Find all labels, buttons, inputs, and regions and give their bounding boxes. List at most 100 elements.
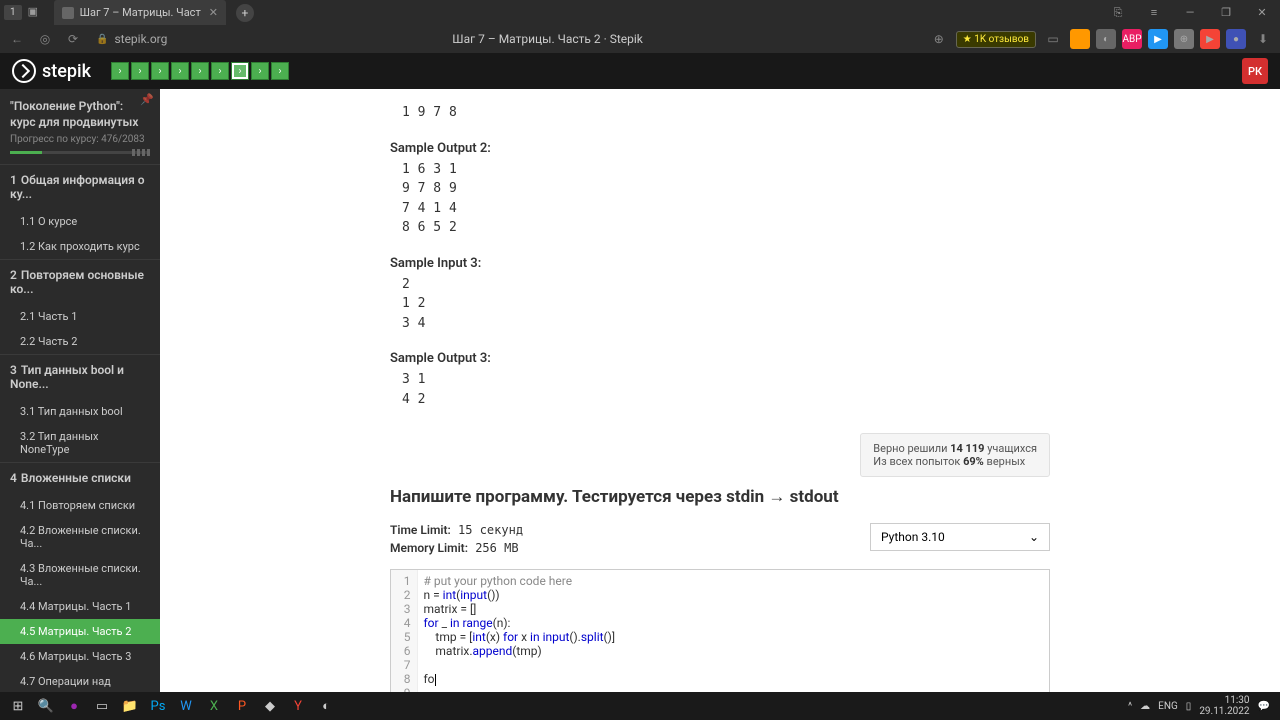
yandex-icon[interactable]: Y xyxy=(284,692,312,720)
sidebar-item[interactable]: 4.7 Операции над матрица... xyxy=(0,669,160,692)
ext-icon-avp[interactable]: АВР xyxy=(1122,29,1142,49)
sample-label: Sample Input 3: xyxy=(390,256,1050,271)
language-select[interactable]: Python 3.10 ⌄ xyxy=(870,523,1050,551)
sidebar-item[interactable]: 4.4 Матрицы. Часть 1 xyxy=(0,594,160,619)
excel-icon[interactable]: X xyxy=(200,692,228,720)
reload-button[interactable]: ⟳ xyxy=(62,28,84,50)
section-2[interactable]: 2Повторяем основные ко... xyxy=(0,259,160,304)
ext-icon-4[interactable]: ⊕ xyxy=(1174,29,1194,49)
time-limit: Time Limit: 15 секунд xyxy=(390,523,523,537)
ext-icon-5[interactable]: ▶ xyxy=(1200,29,1220,49)
sidebar-item[interactable]: 4.6 Матрицы. Часть 3 xyxy=(0,644,160,669)
stepik-logo[interactable]: stepik xyxy=(12,59,91,83)
app-icon-4[interactable]: ◐ xyxy=(312,692,340,720)
tab-favicon xyxy=(62,7,74,19)
step-4[interactable]: › xyxy=(171,62,189,80)
clock[interactable]: 11:30 29.11.2022 xyxy=(1199,695,1249,717)
sidebar-item[interactable]: 3.1 Тип данных bool xyxy=(0,399,160,424)
page-title: Шаг 7 – Матрицы. Часть 2 · Stepik xyxy=(173,32,921,46)
photoshop-icon[interactable]: Ps xyxy=(144,692,172,720)
step-5[interactable]: › xyxy=(191,62,209,80)
tab-counter[interactable]: 1 xyxy=(4,5,22,20)
steps-navigation: › › › › › › › › › xyxy=(111,62,289,80)
step-7[interactable]: › xyxy=(231,62,249,80)
step-9[interactable]: › xyxy=(271,62,289,80)
menu-icon[interactable]: ≡ xyxy=(1140,0,1168,25)
back-button[interactable]: ← xyxy=(6,28,28,50)
course-sidebar: 📌 "Поколение Python": курс для продвинут… xyxy=(0,89,160,692)
ext-icon-3[interactable]: ▶ xyxy=(1148,29,1168,49)
windows-taskbar: ⊞ 🔍 ● ▭ 📁 Ps W X P ◆ Y ◐ ^ ☁ ENG ▯ 11:30… xyxy=(0,692,1280,720)
tray-cloud-icon[interactable]: ☁ xyxy=(1140,701,1150,712)
keyboard-lang[interactable]: ENG xyxy=(1158,701,1178,712)
app-header: stepik › › › › › › › › › РК xyxy=(0,53,1280,89)
code-editor[interactable]: 12345678910 # put your python code heren… xyxy=(390,569,1050,692)
sidebar-item[interactable]: 4.2 Вложенные списки. Ча... xyxy=(0,518,160,556)
window-titlebar: 1 ▣ Шаг 7 – Матрицы. Част ✕ + ⎘ ≡ — ❐ ✕ xyxy=(0,0,1280,25)
browser-tab[interactable]: Шаг 7 – Матрицы. Част ✕ xyxy=(54,0,226,25)
sidebar-tabs-icon[interactable]: ▣ xyxy=(28,5,44,21)
tray-chevron[interactable]: ^ xyxy=(1128,701,1132,712)
course-title: "Поколение Python": курс для продвинутых xyxy=(0,89,160,134)
app-icon-2[interactable]: ▭ xyxy=(88,692,116,720)
sidebar-item[interactable]: 3.2 Тип данных NoneType xyxy=(0,424,160,462)
sidebar-item[interactable]: 4.3 Вложенные списки. Ча... xyxy=(0,556,160,594)
sample-code-pre: 1 9 7 8 xyxy=(390,99,1050,127)
restore-down-icon[interactable]: ⎘ xyxy=(1104,0,1132,25)
task-title: Напишите программу. Тестируется через st… xyxy=(390,487,1050,507)
sidebar-item[interactable]: 1.2 Как проходить курс xyxy=(0,234,160,259)
step-8[interactable]: › xyxy=(251,62,269,80)
progress-text: Прогресс по курсу: 476/2083 xyxy=(0,134,160,145)
tab-title: Шаг 7 – Матрицы. Част xyxy=(80,6,201,19)
address-bar: ← ◎ ⟳ 🔒 stepik.org Шаг 7 – Матрицы. Част… xyxy=(0,25,1280,53)
step-6[interactable]: › xyxy=(211,62,229,80)
section-1[interactable]: 1Общая информация о ку... xyxy=(0,164,160,209)
progress-bar xyxy=(10,151,150,154)
maximize-button[interactable]: ❐ xyxy=(1212,0,1240,25)
logo-icon xyxy=(12,59,36,83)
ext-icon-1[interactable] xyxy=(1070,29,1090,49)
user-avatar[interactable]: РК xyxy=(1242,58,1268,84)
app-icon-1[interactable]: ● xyxy=(60,692,88,720)
downloads-icon[interactable]: ⬇ xyxy=(1252,28,1274,50)
lock-icon: 🔒 xyxy=(96,34,108,45)
line-gutter: 12345678910 xyxy=(391,570,418,692)
step-1[interactable]: › xyxy=(111,62,129,80)
minimize-button[interactable]: — xyxy=(1176,0,1204,25)
tray-battery-icon[interactable]: ▯ xyxy=(1186,701,1192,712)
sidebar-item[interactable]: 1.1 О курсе xyxy=(0,209,160,234)
sidebar-item[interactable]: 2.1 Часть 1 xyxy=(0,304,160,329)
reviews-badge[interactable]: ★ 1K отзывов xyxy=(956,31,1036,48)
sample-label: Sample Output 2: xyxy=(390,141,1050,156)
step-2[interactable]: › xyxy=(131,62,149,80)
pin-icon[interactable]: 📌 xyxy=(140,93,154,106)
sample-code: 2 1 2 3 4 xyxy=(390,271,1050,338)
notifications-icon[interactable]: 💬 xyxy=(1258,701,1270,712)
sidebar-item[interactable]: 4.1 Повторяем списки xyxy=(0,493,160,518)
explorer-icon[interactable]: 📁 xyxy=(116,692,144,720)
url-text[interactable]: stepik.org xyxy=(114,32,167,46)
step-3[interactable]: › xyxy=(151,62,169,80)
sample-code: 3 1 4 2 xyxy=(390,366,1050,413)
start-button[interactable]: ⊞ xyxy=(4,692,32,720)
search-icon[interactable]: 🔍 xyxy=(32,692,60,720)
shield-icon[interactable]: ◎ xyxy=(34,28,56,50)
code-area[interactable]: # put your python code heren = int(input… xyxy=(418,570,1050,692)
bookmark-icon[interactable]: ▭ xyxy=(1042,28,1064,50)
sidebar-item[interactable]: 2.2 Часть 2 xyxy=(0,329,160,354)
stats-box: Верно решили 14 119 учащихся Из всех поп… xyxy=(860,433,1050,477)
section-4[interactable]: 4Вложенные списки xyxy=(0,462,160,493)
memory-limit: Memory Limit: 256 MB xyxy=(390,541,523,555)
section-3[interactable]: 3Тип данных bool и None... xyxy=(0,354,160,399)
new-tab-button[interactable]: + xyxy=(236,4,254,22)
app-icon-3[interactable]: ◆ xyxy=(256,692,284,720)
translate-icon[interactable]: ⊕ xyxy=(928,28,950,50)
ext-icon-2[interactable]: ◐ xyxy=(1096,29,1116,49)
word-icon[interactable]: W xyxy=(172,692,200,720)
powerpoint-icon[interactable]: P xyxy=(228,692,256,720)
tab-close-icon[interactable]: ✕ xyxy=(209,6,218,19)
ext-icon-6[interactable]: ● xyxy=(1226,29,1246,49)
sidebar-item[interactable]: 4.5 Матрицы. Часть 2 xyxy=(0,619,160,644)
lesson-content[interactable]: 1 9 7 8 Sample Output 2:1 6 3 1 9 7 8 9 … xyxy=(160,89,1280,692)
close-window-button[interactable]: ✕ xyxy=(1248,0,1276,25)
